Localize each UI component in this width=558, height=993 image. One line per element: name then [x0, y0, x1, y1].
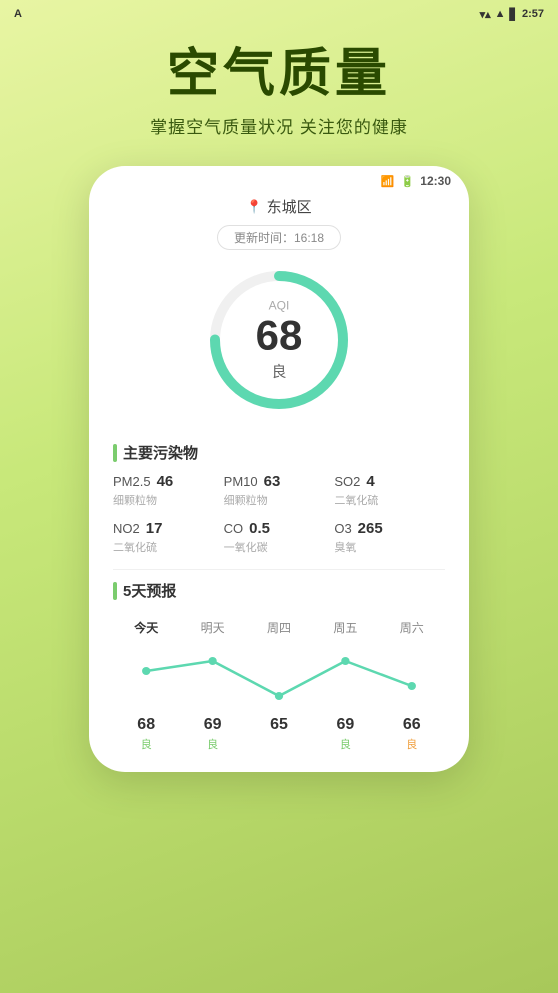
forecast-title: 5天预报 — [123, 580, 176, 601]
app-subtitle: 掌握空气质量状况 关注您的健康 — [20, 113, 538, 138]
phone-mockup: 📶 🔋 12:30 📍 东城区 更新时间：16:18 AQI 68 良 — [89, 166, 469, 772]
aqi-gauge-section: AQI 68 良 — [89, 260, 469, 420]
battery-icon: ▋ — [510, 8, 518, 21]
dot-4 — [408, 682, 416, 690]
forecast-item-0: 68 良 — [113, 716, 179, 752]
pollutant-pm10: PM10 63 细颗粒物 — [224, 473, 335, 508]
pollutant-grid: PM2.5 46 细颗粒物 PM10 63 细颗粒物 SO2 4 二氧化硫 NO… — [89, 473, 469, 555]
pollutant-so2: SO2 4 二氧化硫 — [334, 473, 445, 508]
day-label-1: 明天 — [179, 619, 245, 642]
pollutants-header: 主要污染物 — [89, 436, 469, 473]
aqi-quality: 良 — [256, 361, 303, 382]
aqi-center: AQI 68 良 — [256, 299, 303, 382]
location-bar: 📍 东城区 — [89, 192, 469, 219]
app-label: A — [14, 8, 22, 20]
phone-battery-icon: 🔋 — [401, 175, 415, 188]
day-label-3: 周五 — [312, 619, 378, 642]
forecast-header: 5天预报 — [113, 580, 445, 609]
pollutant-co: CO 0.5 一氧化碳 — [224, 520, 335, 555]
pollutant-pm25: PM2.5 46 细颗粒物 — [113, 473, 224, 508]
dot-1 — [208, 657, 216, 665]
dot-2 — [275, 692, 283, 700]
pollutant-o3: O3 265 臭氧 — [334, 520, 445, 555]
aqi-gauge: AQI 68 良 — [199, 260, 359, 420]
forecast-bar-icon — [113, 582, 117, 600]
time-display: 2:57 — [522, 8, 544, 20]
pollutants-title: 主要污染物 — [123, 442, 198, 463]
hero-section: 空气质量 掌握空气质量状况 关注您的健康 — [0, 28, 558, 148]
forecast-line-chart — [113, 646, 445, 706]
section-divider — [113, 569, 445, 570]
phone-status-bar: 📶 🔋 12:30 — [89, 166, 469, 192]
phone-time: 12:30 — [420, 174, 451, 188]
aqi-value: 68 — [256, 315, 303, 357]
forecast-values: 68 良 69 良 65 69 良 66 良 — [113, 716, 445, 752]
forecast-section: 5天预报 今天 明天 周四 周五 周六 — [89, 580, 469, 752]
day-label-2: 周四 — [246, 619, 312, 642]
forecast-item-1: 69 良 — [179, 716, 245, 752]
status-right: ▾▴ ▲ ▋ 2:57 — [480, 8, 544, 21]
pollutant-no2: NO2 17 二氧化硫 — [113, 520, 224, 555]
aqi-label: AQI — [256, 299, 303, 313]
location-pin-icon: 📍 — [246, 199, 262, 215]
dot-0 — [142, 667, 150, 675]
update-time: 更新时间：16:18 — [217, 225, 341, 250]
forecast-item-4: 66 良 — [379, 716, 445, 752]
section-bar-icon — [113, 444, 117, 462]
forecast-line — [146, 661, 412, 696]
signal-icon: ▲ — [495, 8, 506, 20]
forecast-labels: 今天 明天 周四 周五 周六 — [113, 619, 445, 642]
phone-signal-icon: 📶 — [381, 175, 395, 188]
forecast-item-2: 65 — [246, 716, 312, 752]
status-bar: A ▾▴ ▲ ▋ 2:57 — [0, 0, 558, 28]
location-name: 东城区 — [267, 196, 312, 217]
update-time-wrap: 更新时间：16:18 — [89, 225, 469, 250]
dot-3 — [341, 657, 349, 665]
app-title: 空气质量 — [20, 46, 538, 103]
day-label-0: 今天 — [113, 619, 179, 642]
forecast-chart — [113, 646, 445, 706]
wifi-icon: ▾▴ — [480, 8, 491, 21]
day-label-4: 周六 — [379, 619, 445, 642]
forecast-item-3: 69 良 — [312, 716, 378, 752]
